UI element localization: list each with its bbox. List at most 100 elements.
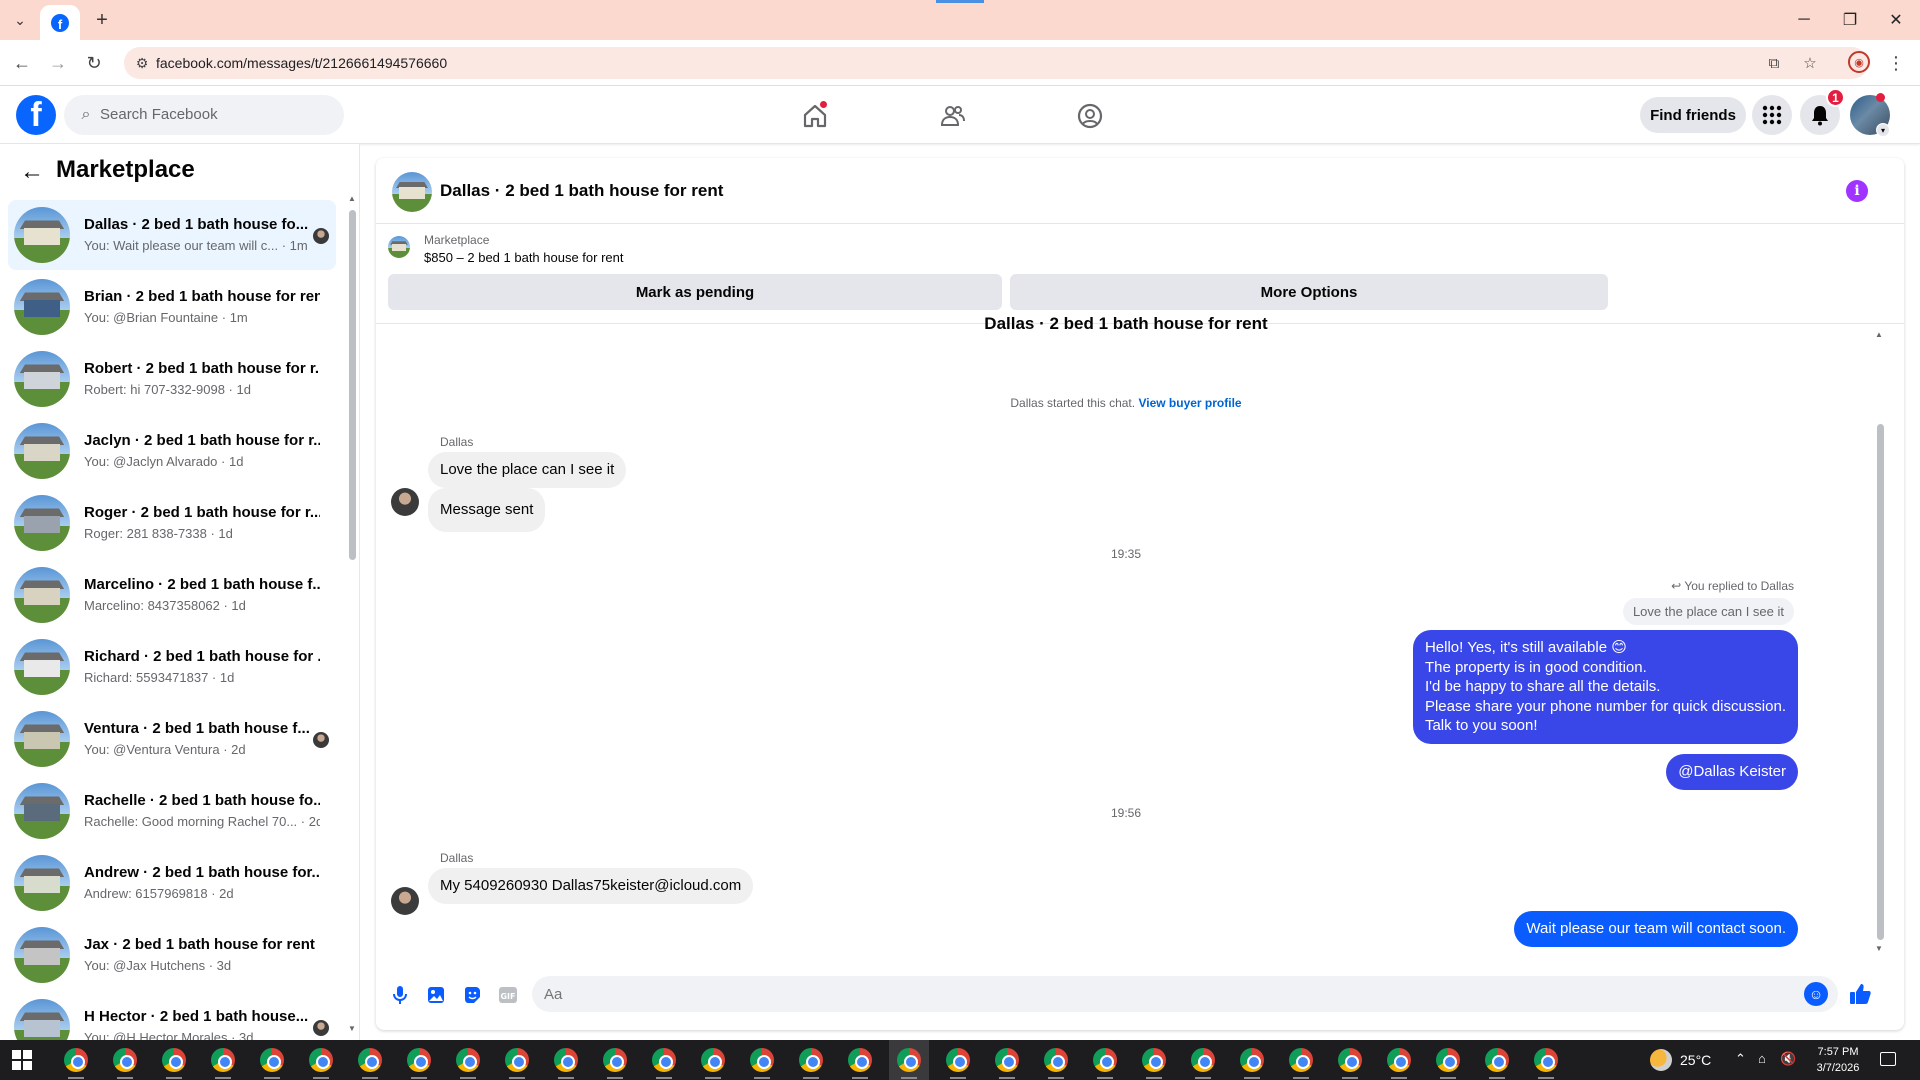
chrome-taskbar-icon[interactable] bbox=[750, 1048, 774, 1072]
mark-as-pending-button[interactable]: Mark as pending bbox=[388, 274, 1002, 310]
restore-button[interactable]: ❐ bbox=[1838, 8, 1862, 32]
conversation-item[interactable]: Dallas · 2 bed 1 bath house fo... You: Wa… bbox=[8, 200, 336, 270]
incoming-message[interactable]: My 5409260930 Dallas75keister@icloud.com bbox=[428, 868, 754, 904]
chrome-taskbar-icon[interactable] bbox=[995, 1048, 1019, 1072]
conversation-item[interactable]: Robert · 2 bed 1 bath house for r... Robe… bbox=[8, 344, 336, 414]
chrome-taskbar-icon[interactable] bbox=[1436, 1048, 1460, 1072]
more-options-button[interactable]: More Options bbox=[1010, 274, 1608, 310]
chrome-taskbar-icon[interactable] bbox=[260, 1048, 284, 1072]
chrome-taskbar-icon[interactable] bbox=[113, 1048, 137, 1072]
chrome-taskbar-icon[interactable] bbox=[456, 1048, 480, 1072]
chrome-taskbar-icon[interactable] bbox=[1534, 1048, 1558, 1072]
chrome-taskbar-icon[interactable] bbox=[897, 1048, 921, 1072]
find-friends-button[interactable]: Find friends bbox=[1640, 97, 1746, 133]
conversation-item[interactable]: Brian · 2 bed 1 bath house for rent You: … bbox=[8, 272, 336, 342]
menu-grid-icon[interactable] bbox=[1752, 95, 1792, 135]
conversation-item[interactable]: Rachelle · 2 bed 1 bath house fo... Rache… bbox=[8, 776, 336, 846]
conversation-item[interactable]: H Hector · 2 bed 1 bath house... You: @H … bbox=[8, 992, 336, 1040]
chrome-taskbar-icon[interactable] bbox=[1044, 1048, 1068, 1072]
notification-center-icon[interactable] bbox=[1880, 1052, 1896, 1066]
chrome-taskbar-icon[interactable] bbox=[946, 1048, 970, 1072]
sticker-icon[interactable] bbox=[460, 983, 484, 1007]
close-window-button[interactable]: ✕ bbox=[1884, 8, 1908, 32]
scroll-up-arrow-icon[interactable]: ▲ bbox=[348, 194, 356, 203]
emoji-icon[interactable]: ☺ bbox=[1804, 982, 1828, 1006]
home-nav-icon[interactable] bbox=[795, 96, 835, 136]
conversation-item[interactable]: Roger · 2 bed 1 bath house for r... Roger… bbox=[8, 488, 336, 558]
listing-price[interactable]: $850 – 2 bed 1 bath house for rent bbox=[424, 250, 624, 265]
chrome-taskbar-icon[interactable] bbox=[162, 1048, 186, 1072]
chrome-taskbar-icon[interactable] bbox=[64, 1048, 88, 1072]
sender-avatar[interactable] bbox=[391, 488, 419, 516]
address-bar[interactable]: ⚙ facebook.com/messages/t/21266614945766… bbox=[124, 47, 1868, 79]
url-text[interactable]: facebook.com/messages/t/2126661494576660 bbox=[156, 55, 447, 71]
taskbar-clock[interactable]: 7:57 PM 3/7/2026 bbox=[1808, 1044, 1868, 1076]
back-arrow-icon[interactable]: ← bbox=[10, 51, 34, 75]
conversation-item[interactable]: Jax · 2 bed 1 bath house for rent You: @J… bbox=[8, 920, 336, 990]
scroll-up-arrow-icon[interactable]: ▲ bbox=[1875, 330, 1883, 339]
outgoing-reply-message[interactable]: Hello! Yes, it's still available 😊 The p… bbox=[1412, 630, 1798, 744]
install-app-icon[interactable]: ⧉ bbox=[1764, 53, 1784, 73]
conversation-item[interactable]: Ventura · 2 bed 1 bath house f... You: @V… bbox=[8, 704, 336, 774]
groups-nav-icon[interactable] bbox=[1070, 96, 1110, 136]
chrome-taskbar-icon[interactable] bbox=[603, 1048, 627, 1072]
chrome-taskbar-icon[interactable] bbox=[1093, 1048, 1117, 1072]
browser-profile-icon[interactable]: ◉ bbox=[1848, 51, 1870, 73]
quoted-message[interactable]: Love the place can I see it bbox=[1622, 598, 1794, 625]
chrome-taskbar-icon[interactable] bbox=[1142, 1048, 1166, 1072]
tray-chevron-up-icon[interactable]: ⌃ bbox=[1735, 1051, 1746, 1067]
facebook-logo-icon[interactable]: f bbox=[16, 95, 56, 135]
chrome-taskbar-icon[interactable] bbox=[1387, 1048, 1411, 1072]
friends-nav-icon[interactable] bbox=[933, 96, 973, 136]
outgoing-mention-message[interactable]: @Dallas Keister bbox=[1666, 754, 1798, 790]
gif-icon[interactable]: GIF bbox=[496, 983, 520, 1007]
back-arrow-icon[interactable]: ← bbox=[18, 158, 46, 186]
chrome-taskbar-icon[interactable] bbox=[1289, 1048, 1313, 1072]
volume-muted-icon[interactable]: 🔇 bbox=[1780, 1051, 1796, 1067]
forward-arrow-icon[interactable]: → bbox=[46, 51, 70, 75]
conversation-item[interactable]: Andrew · 2 bed 1 bath house for... Andrew… bbox=[8, 848, 336, 918]
microphone-icon[interactable] bbox=[388, 983, 412, 1007]
network-icon[interactable]: ⌂ bbox=[1758, 1051, 1766, 1066]
photo-icon[interactable] bbox=[424, 983, 448, 1007]
chrome-taskbar-icon[interactable] bbox=[1485, 1048, 1509, 1072]
chrome-taskbar-icon[interactable] bbox=[1240, 1048, 1264, 1072]
chrome-taskbar-icon[interactable] bbox=[505, 1048, 529, 1072]
view-buyer-profile-link[interactable]: View buyer profile bbox=[1138, 396, 1241, 410]
chrome-taskbar-icon[interactable] bbox=[554, 1048, 578, 1072]
chrome-taskbar-icon[interactable] bbox=[1338, 1048, 1362, 1072]
reload-icon[interactable]: ↻ bbox=[82, 51, 106, 75]
search-input[interactable]: ⌕ Search Facebook bbox=[64, 95, 344, 135]
active-tab[interactable]: f bbox=[40, 5, 80, 40]
bookmark-star-icon[interactable]: ☆ bbox=[1800, 53, 1820, 73]
info-icon[interactable]: i bbox=[1846, 180, 1868, 202]
listing-avatar[interactable] bbox=[392, 172, 432, 212]
chat-title[interactable]: Dallas · 2 bed 1 bath house for rent bbox=[440, 181, 723, 201]
chrome-taskbar-icon[interactable] bbox=[799, 1048, 823, 1072]
conversation-item[interactable]: Richard · 2 bed 1 bath house for ... Rich… bbox=[8, 632, 336, 702]
thumbs-up-like-icon[interactable] bbox=[1846, 980, 1874, 1008]
chrome-taskbar-icon[interactable] bbox=[1191, 1048, 1215, 1072]
scroll-down-arrow-icon[interactable]: ▼ bbox=[1875, 944, 1883, 953]
chrome-taskbar-icon[interactable] bbox=[407, 1048, 431, 1072]
browser-menu-icon[interactable]: ⋮ bbox=[1886, 51, 1906, 75]
list-scrollbar[interactable] bbox=[349, 210, 356, 560]
chrome-taskbar-icon[interactable] bbox=[652, 1048, 676, 1072]
scroll-down-arrow-icon[interactable]: ▼ bbox=[348, 1024, 356, 1033]
chrome-taskbar-icon[interactable] bbox=[211, 1048, 235, 1072]
conversation-item[interactable]: Marcelino · 2 bed 1 bath house f... Marce… bbox=[8, 560, 336, 630]
minimize-button[interactable]: ─ bbox=[1792, 8, 1816, 32]
listing-thumbnail[interactable] bbox=[388, 236, 410, 258]
outgoing-message[interactable]: Wait please our team will contact soon. bbox=[1514, 911, 1798, 947]
chrome-taskbar-icon[interactable] bbox=[848, 1048, 872, 1072]
conversation-item[interactable]: Jaclyn · 2 bed 1 bath house for r... You:… bbox=[8, 416, 336, 486]
thread-scrollbar[interactable] bbox=[1877, 424, 1884, 940]
new-tab-button[interactable]: + bbox=[90, 8, 114, 32]
weather-icon[interactable] bbox=[1650, 1049, 1672, 1071]
chrome-taskbar-icon[interactable] bbox=[358, 1048, 382, 1072]
incoming-message[interactable]: Love the place can I see it bbox=[428, 452, 627, 488]
tab-search-button[interactable]: ⌄ bbox=[6, 8, 34, 32]
message-input[interactable] bbox=[532, 976, 1838, 1012]
site-info-icon[interactable]: ⚙ bbox=[132, 53, 152, 73]
incoming-message[interactable]: Message sent bbox=[428, 488, 546, 532]
